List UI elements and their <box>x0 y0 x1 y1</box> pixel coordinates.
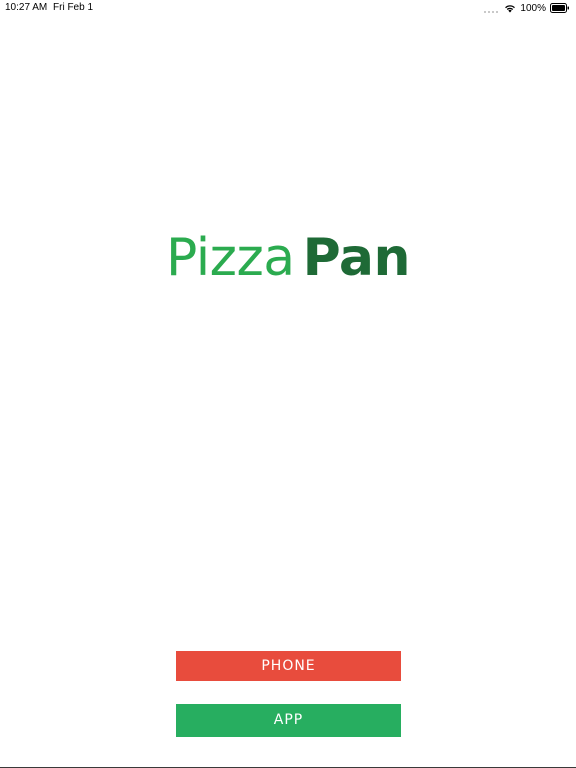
status-time: 10:27 AM <box>5 2 48 13</box>
status-date: Fri Feb 1 <box>53 2 94 13</box>
app-button[interactable]: APP <box>176 704 401 737</box>
logo-word-pizza: Pizza <box>166 228 295 288</box>
logo-word-pan: Pan <box>302 228 411 288</box>
battery-percent: 100% <box>520 2 546 14</box>
signal-dots-icon <box>484 3 499 13</box>
pizza-pan-logo: Pizza Pan <box>0 226 576 290</box>
battery-icon <box>550 3 570 13</box>
splash-screen: 10:27 AM Fri Feb 1 100% Pizza Pan PHONE … <box>0 0 576 768</box>
wifi-icon <box>504 3 516 13</box>
status-indicators: 100% <box>484 2 570 14</box>
phone-button[interactable]: PHONE <box>176 651 401 681</box>
status-bar: 10:27 AM Fri Feb 1 100% <box>0 0 576 16</box>
